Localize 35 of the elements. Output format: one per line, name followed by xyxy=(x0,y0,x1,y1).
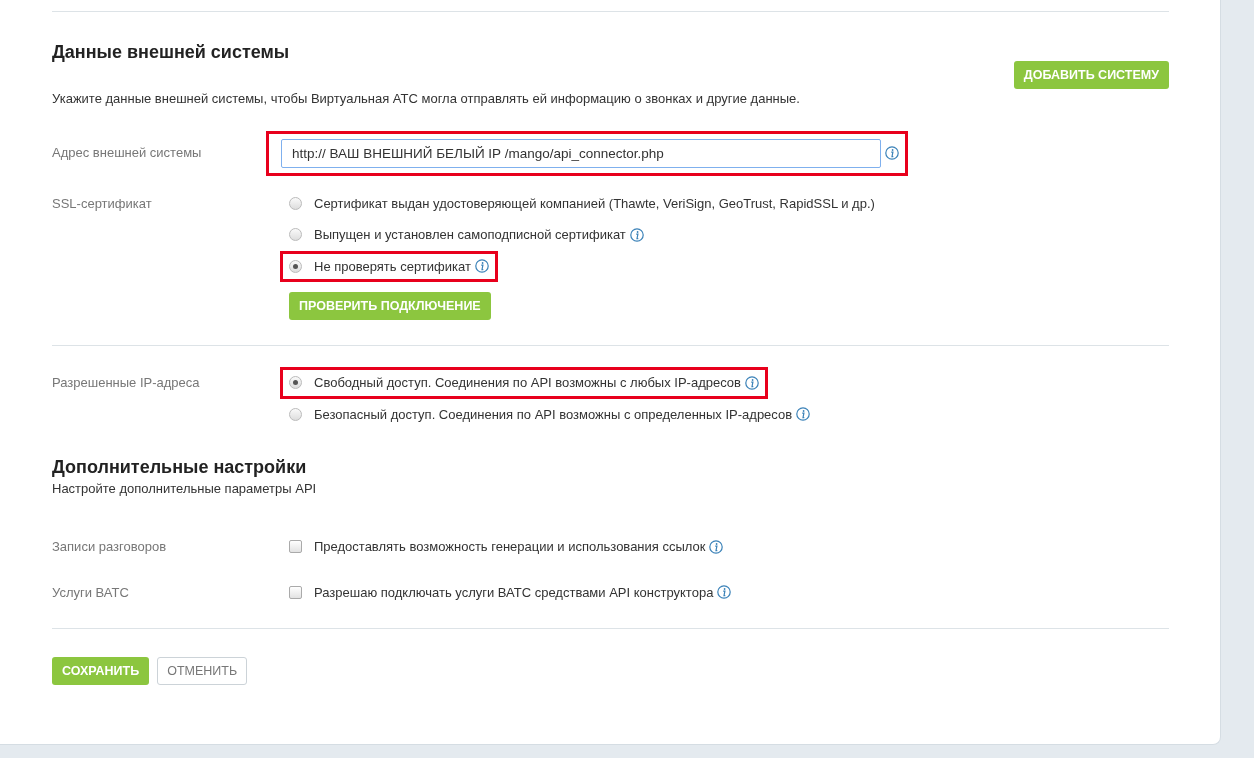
radio-button[interactable] xyxy=(289,376,302,390)
info-icon[interactable] xyxy=(629,227,644,242)
info-icon[interactable] xyxy=(744,375,759,390)
option-label: Свободный доступ. Соединения по API возможны с любых IP-адресов xyxy=(314,374,741,392)
radio-button[interactable] xyxy=(289,196,302,210)
field-label: Записи разговоров xyxy=(52,538,168,557)
info-icon[interactable] xyxy=(709,539,724,554)
option-label: Безопасный доступ. Соединения по API возможны с определенных IP-адресов xyxy=(314,405,793,424)
address-field[interactable]: http:// ВАШ ВНЕШНИЙ БЕЛЫЙ IP /mango/api_connector.php xyxy=(281,138,881,168)
option-label: Выпущен и установлен самоподписной сертификат xyxy=(314,226,626,244)
radio-button[interactable] xyxy=(289,228,302,242)
check-connection-button[interactable]: ПРОВЕРИТЬ ПОДКЛЮЧЕНИЕ xyxy=(289,292,491,320)
info-icon[interactable] xyxy=(885,146,899,160)
section-title: Данные внешней системы xyxy=(52,42,290,64)
checkbox[interactable] xyxy=(289,585,302,599)
add-system-button[interactable]: ДОБАВИТЬ СИСТЕМУ xyxy=(1013,61,1169,89)
info-icon[interactable] xyxy=(474,259,489,274)
field-label: Разрешенные IP-адреса xyxy=(52,374,201,392)
section-description: Настройте дополнительные параметры API xyxy=(52,479,318,498)
radio-button[interactable] xyxy=(289,259,302,273)
field-label: Адрес внешней системы xyxy=(52,144,203,163)
checkbox[interactable] xyxy=(289,540,302,554)
option-label: Сертификат выдан удостоверяющей компанией (Thawte, VeriSign, GeoTrust, RapidSSL и др.) xyxy=(314,194,875,213)
option-label: Предоставлять возможность генерации и использования ссылок xyxy=(314,538,706,557)
section-description: Укажите данные внешней системы, чтобы Виртуальная АТС могла отправлять ей информацию о звонках и другие данные. xyxy=(52,90,801,108)
field-label: SSL-сертификат xyxy=(52,194,153,213)
field-label: Услуги ВАТС xyxy=(52,583,130,602)
info-icon[interactable] xyxy=(796,407,811,422)
option-label: Не проверять сертификат xyxy=(314,257,471,276)
info-icon[interactable] xyxy=(717,585,732,600)
section-title: Дополнительные настройки xyxy=(52,457,308,479)
radio-button[interactable] xyxy=(289,407,302,421)
save-button[interactable]: СОХРАНИТЬ xyxy=(52,657,150,686)
option-label: Разрешаю подключать услуги ВАТС средствами API конструктора xyxy=(314,583,714,602)
cancel-button[interactable]: ОТМЕНИТЬ xyxy=(157,657,248,686)
